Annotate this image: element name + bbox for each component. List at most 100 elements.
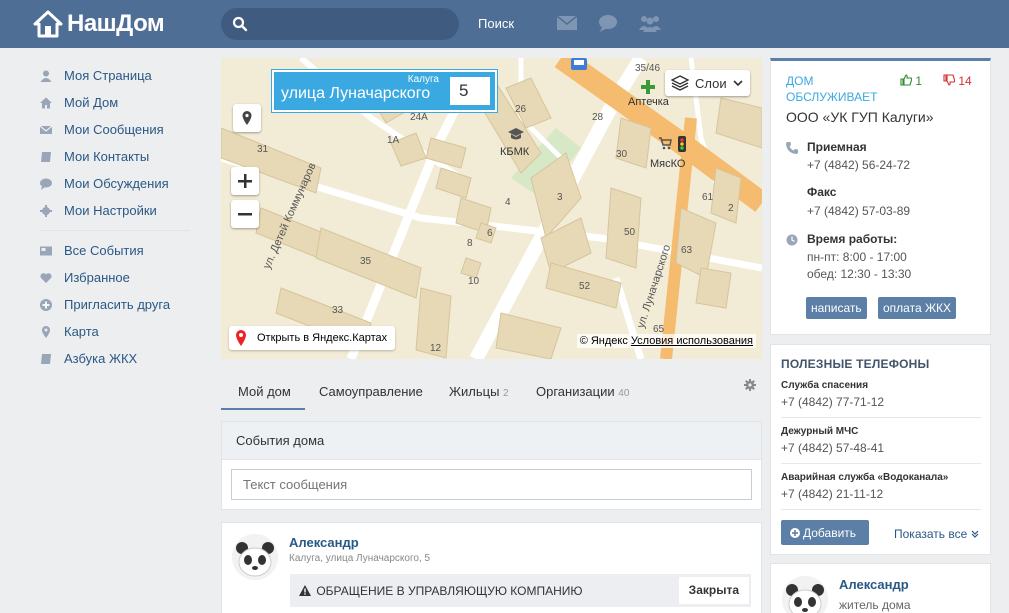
phone-item: Служба спасения +7 (4842) 77-71-12 <box>781 380 981 409</box>
likes-count: 1 <box>915 74 923 88</box>
panda-avatar-icon <box>782 576 828 613</box>
chevron-down-icon <box>733 80 743 87</box>
map-street: улица Луначарского <box>281 85 431 102</box>
hours-title: Время работы: <box>807 232 898 246</box>
tab-organizations[interactable]: Организации 40 <box>536 384 629 399</box>
nav-item-invite-friend[interactable]: Пригласить друга <box>40 291 210 318</box>
shop-cart-icon <box>659 137 672 150</box>
envelope-icon[interactable] <box>556 13 578 33</box>
likes-counter[interactable]: 1 <box>900 74 922 88</box>
layers-button[interactable]: Слои <box>665 70 750 96</box>
fax-phone: +7 (4842) 57-03-89 <box>807 204 911 218</box>
post-subject-text: ОБРАЩЕНИЕ В УПРАВЛЯЮЩУЮ КОМПАНИЮ <box>316 584 583 598</box>
nav-item-my-contacts[interactable]: Мои Контакты <box>40 143 210 170</box>
search-input[interactable] <box>255 14 450 34</box>
avatar[interactable] <box>232 534 278 580</box>
avatar[interactable] <box>782 576 828 613</box>
tab-residents[interactable]: Жильцы 2 <box>449 384 509 399</box>
search-icon <box>232 16 248 32</box>
events-title: События дома <box>222 422 761 460</box>
open-yandex-maps-link[interactable]: Открыть в Яндекс.Картах <box>229 326 396 350</box>
chat-icon[interactable] <box>597 13 619 33</box>
message-input[interactable] <box>231 469 752 500</box>
nav-item-my-discussions[interactable]: Мои Обсуждения <box>40 170 210 197</box>
map-label: 26 <box>515 104 527 115</box>
map-label: 30 <box>616 149 628 160</box>
clock-icon <box>786 234 798 246</box>
map-label: 2 <box>728 203 734 214</box>
geolocation-button[interactable] <box>233 104 261 132</box>
map-marker-icon <box>42 325 50 338</box>
hours-weekdays: пн-пт: 8:00 - 17:00 <box>807 250 907 264</box>
panda-avatar-icon <box>232 534 278 580</box>
yandex-pin-icon <box>236 330 246 346</box>
nav-label: Мои Настройки <box>64 203 157 218</box>
reception-phone: +7 (4842) 56-24-72 <box>807 158 911 172</box>
map-house-number: 5 <box>450 77 490 105</box>
map-label: 4 <box>505 197 511 208</box>
map-poi-label: МясКО <box>650 158 686 170</box>
home-icon <box>40 97 52 108</box>
hours-lunch: обед: 12:30 - 13:30 <box>807 267 912 281</box>
tab-count: 40 <box>618 388 630 399</box>
book-icon <box>41 151 51 162</box>
gear-icon <box>40 204 52 217</box>
nav-item-map[interactable]: Карта <box>40 318 210 345</box>
phone-name: Дежурный МЧС <box>781 426 859 437</box>
logo[interactable]: НашДом <box>33 9 165 39</box>
map-label: 1А <box>387 135 400 146</box>
map-city: Калуга <box>407 74 439 85</box>
terms-link[interactable]: Условия использования <box>631 335 753 347</box>
resident-role: житель дома <box>839 598 911 612</box>
top-bar: НашДом Поиск <box>0 0 1009 48</box>
nav-item-all-events[interactable]: Все События <box>40 237 210 264</box>
phone-item: Дежурный МЧС +7 (4842) 57-48-41 <box>781 426 981 455</box>
manager-org-name[interactable]: ООО «УК ГУП Калуги» <box>786 109 934 125</box>
house-events-panel: События дома <box>221 421 762 510</box>
map-label: 24А <box>410 112 428 123</box>
tab-my-home[interactable]: Мой дом <box>238 384 291 399</box>
phone-name: Служба спасения <box>781 380 869 391</box>
zoom-out-button[interactable] <box>231 200 259 228</box>
nav-item-favorites[interactable]: Избранное <box>40 264 210 291</box>
search-box[interactable] <box>221 8 459 40</box>
write-button[interactable]: написать <box>806 297 867 319</box>
resident-name[interactable]: Александр <box>839 577 909 592</box>
show-all-link[interactable]: Показать все <box>894 527 979 541</box>
pay-utilities-button[interactable]: оплата ЖКХ <box>878 297 957 319</box>
phone-icon <box>786 142 798 154</box>
zoom-in-button[interactable] <box>231 167 259 195</box>
map[interactable]: 31 24А 1А 26 28 30 35/46 61 2 3 4 6 8 10… <box>221 58 762 359</box>
tab-label: Самоуправление <box>319 384 423 399</box>
nav-label: Избранное <box>64 270 130 285</box>
thumbs-up-icon <box>900 74 913 86</box>
map-label: 31 <box>257 144 269 155</box>
layers-icon <box>671 75 689 91</box>
post-subject-bar[interactable]: ОБРАЩЕНИЕ В УПРАВЛЯЮЩУЮ КОМПАНИЮ Закрыта <box>290 574 751 607</box>
tab-label: Мой дом <box>238 384 291 399</box>
logo-text: НашДом <box>67 10 165 37</box>
nav-item-my-settings[interactable]: Мои Настройки <box>40 197 210 224</box>
gear-icon[interactable] <box>744 379 756 391</box>
phone-number: +7 (4842) 77-71-12 <box>781 395 885 409</box>
phone-name: Аварийная служба «Водоканала» <box>781 472 949 483</box>
map-label: 3 <box>557 192 563 203</box>
dislikes-counter[interactable]: 14 <box>943 74 972 88</box>
users-icon[interactable] <box>638 13 662 33</box>
search-button[interactable]: Поиск <box>478 16 514 31</box>
nav-item-housing-abc[interactable]: Азбука ЖКХ <box>40 345 210 372</box>
tab-count: 2 <box>503 388 509 399</box>
nav-label: Азбука ЖКХ <box>64 351 138 366</box>
nav-label: Мои Обсуждения <box>64 176 169 191</box>
add-phone-button[interactable]: Добавить <box>781 520 869 545</box>
post-card: Александр Калуга, улица Луначарского, 5 … <box>221 522 762 613</box>
plus-circle-icon <box>790 527 800 538</box>
nav-label: Мои Сообщения <box>64 122 164 137</box>
nav-label: Моя Страница <box>64 68 152 83</box>
nav-item-my-messages[interactable]: Мои Сообщения <box>40 116 210 143</box>
house-tabs: Мой дом Самоуправление Жильцы 2 Организа… <box>221 374 762 412</box>
post-author[interactable]: Александр <box>289 535 359 550</box>
tab-self-government[interactable]: Самоуправление <box>319 384 423 399</box>
nav-item-my-page[interactable]: Моя Страница <box>40 62 210 89</box>
nav-item-my-home[interactable]: Мой Дом <box>40 89 210 116</box>
